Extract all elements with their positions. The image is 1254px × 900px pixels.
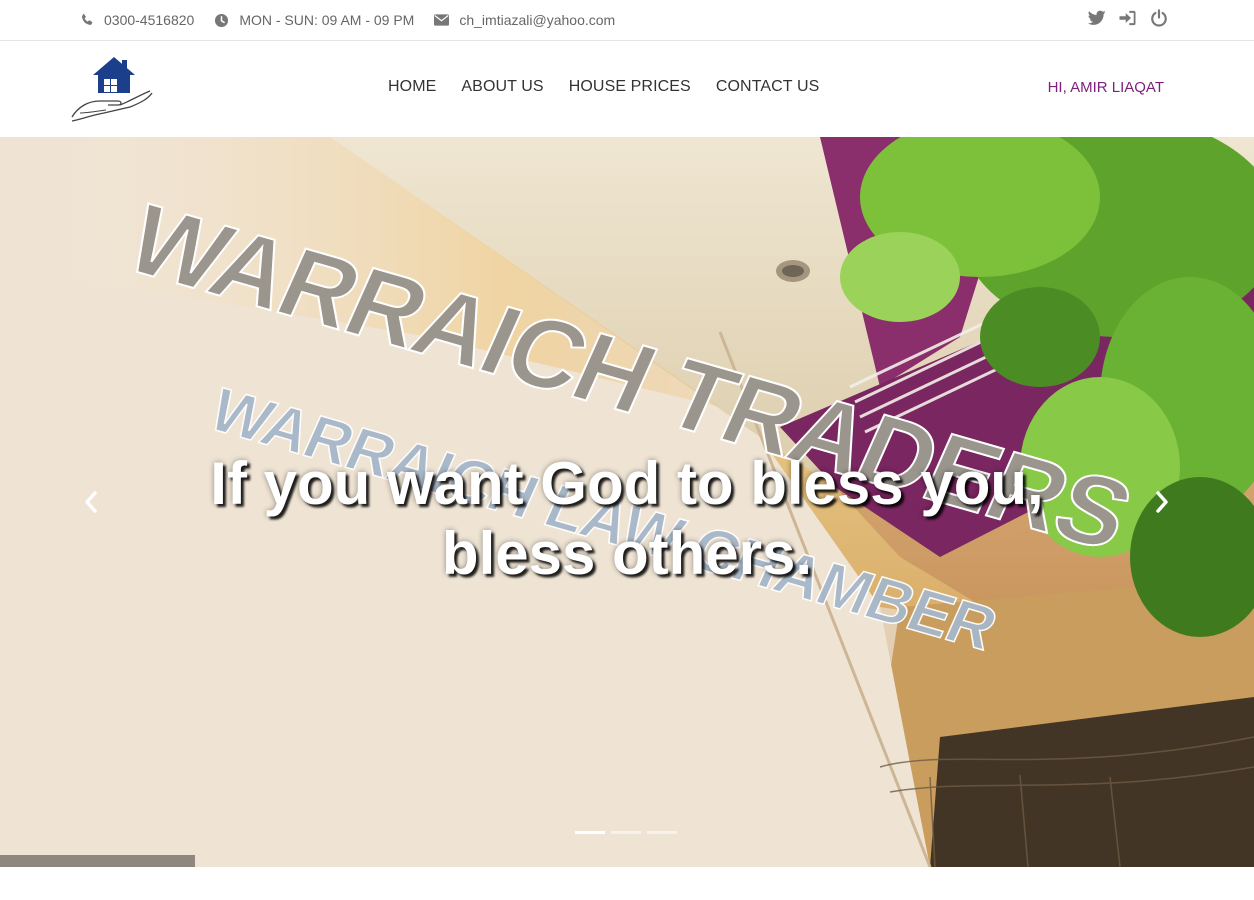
envelope-icon (434, 14, 450, 26)
power-icon[interactable] (1149, 9, 1168, 28)
carousel-indicator-3[interactable] (647, 831, 677, 834)
nav-contact-us[interactable]: CONTACT US (716, 78, 820, 96)
hours-item: MON - SUN: 09 AM - 09 PM (214, 12, 414, 28)
carousel-indicator-1[interactable] (575, 831, 605, 834)
phone-item: 0300-4516820 (80, 12, 194, 28)
carousel-indicator-2[interactable] (611, 831, 641, 834)
sign-in-icon[interactable] (1118, 9, 1137, 28)
nav-home[interactable]: HOME (388, 78, 436, 96)
nav-about-us[interactable]: ABOUT US (461, 78, 543, 96)
social-links (1087, 0, 1168, 36)
email-item: ch_imtiazali@yahoo.com (434, 12, 615, 28)
contact-info: 0300-4516820 MON - SUN: 09 AM - 09 PM ch… (80, 0, 635, 40)
email-address[interactable]: ch_imtiazali@yahoo.com (459, 12, 615, 28)
chevron-left-icon (85, 491, 97, 513)
phone-icon (81, 13, 93, 25)
hero-caption-line-1: If you want God to bless you, (210, 450, 1044, 517)
hero-carousel: WARRAICH TRADERS WARRAICH LAW CHAMBER If… (0, 137, 1254, 867)
phone-number: 0300-4516820 (104, 12, 195, 28)
main-header: HOME ABOUT US HOUSE PRICES CONTACT US HI… (0, 41, 1254, 137)
carousel-indicators (575, 831, 677, 834)
business-hours: MON - SUN: 09 AM - 09 PM (239, 12, 415, 28)
carousel-next-button[interactable] (1147, 487, 1177, 517)
twitter-icon[interactable] (1087, 9, 1106, 28)
main-nav: HOME ABOUT US HOUSE PRICES CONTACT US (388, 41, 844, 133)
nav-house-prices[interactable]: HOUSE PRICES (569, 78, 691, 96)
hero-caption-line-2: bless others. (441, 520, 813, 587)
top-contact-bar: 0300-4516820 MON - SUN: 09 AM - 09 PM ch… (0, 0, 1254, 41)
carousel-prev-button[interactable] (76, 487, 106, 517)
hero-caption: If you want God to bless you, bless othe… (0, 449, 1254, 589)
user-greeting[interactable]: HI, AMIR LIAQAT (1048, 41, 1164, 133)
house-in-hand-logo[interactable] (70, 55, 154, 123)
clock-icon (215, 13, 229, 27)
chevron-right-icon (1156, 491, 1168, 513)
